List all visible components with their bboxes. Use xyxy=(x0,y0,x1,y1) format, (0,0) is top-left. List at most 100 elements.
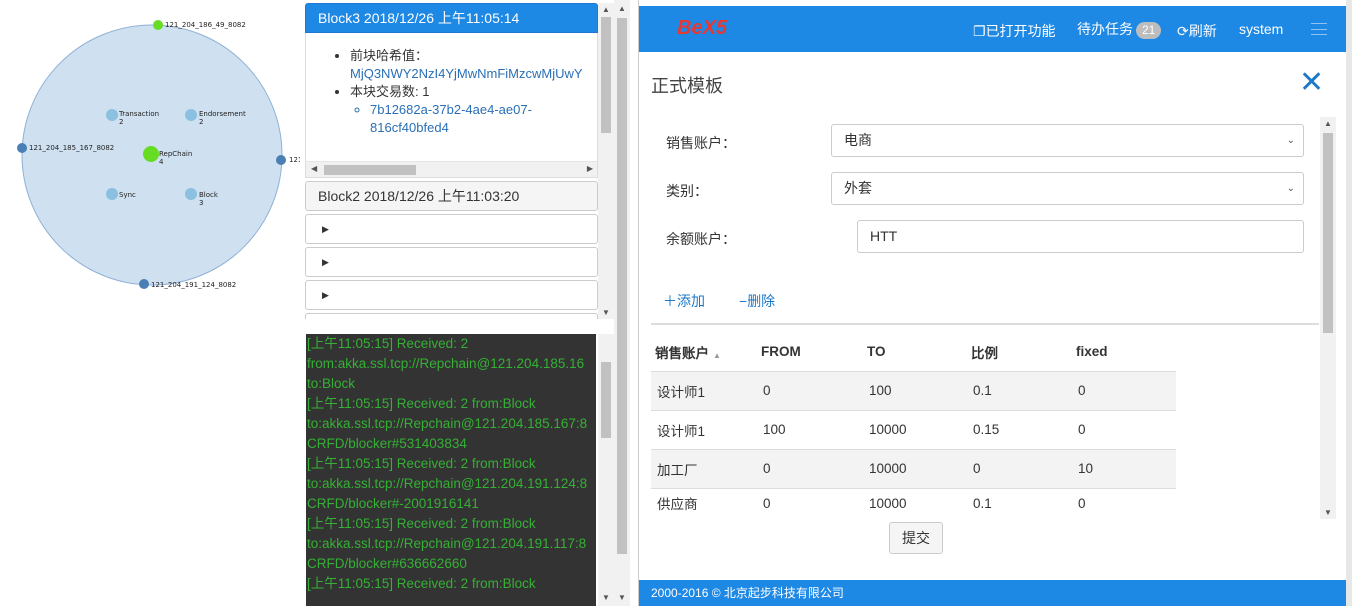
scroll-up-icon[interactable]: ▲ xyxy=(602,5,610,14)
scroll-down-icon[interactable]: ▼ xyxy=(602,593,610,602)
sales-account-label: 销售账户： xyxy=(666,135,736,151)
peer-node-right[interactable] xyxy=(276,155,286,165)
dialog-scrollbar[interactable]: ▲ ▼ xyxy=(1320,117,1336,519)
block-scroll-thumb[interactable] xyxy=(601,17,611,133)
module-node-endorsement[interactable] xyxy=(185,109,197,121)
scroll-down-icon[interactable]: ▼ xyxy=(602,308,610,317)
log-line: CRFD/blocker#636662660 xyxy=(307,556,467,571)
block3-body: 前块哈希值： MjQ3NWY2NzI4YjMwNmFiMzcwMjUwY 本块交… xyxy=(305,33,598,178)
log-line: from:akka.ssl.tcp://Repchain@121.204.185… xyxy=(307,356,585,371)
log-line: to:akka.ssl.tcp://Repchain@121.204.185.1… xyxy=(307,416,588,431)
collapsed-block-4[interactable] xyxy=(305,313,598,319)
tx-count-label: 本块交易数: 1 xyxy=(350,84,430,99)
module-node-transaction[interactable] xyxy=(106,109,118,121)
caret-right-icon: ▶ xyxy=(322,290,329,300)
scroll-down-icon[interactable]: ▼ xyxy=(618,593,626,602)
sales-account-select[interactable]: 电商 ⌄ xyxy=(831,124,1304,157)
table-cell: 0 xyxy=(1072,409,1176,449)
submit-button[interactable]: 提交 xyxy=(889,522,943,554)
event-log: [上午11:05:15] Received: 2 from:akka.ssl.tc… xyxy=(306,334,596,606)
close-icon[interactable]: ✕ xyxy=(1299,68,1324,98)
minus-icon: − xyxy=(739,293,748,309)
page-scroll-thumb[interactable] xyxy=(617,18,627,554)
network-graph[interactable]: 121_204_186_49_8082 121_204_185_167_8082… xyxy=(0,0,300,310)
todo-tasks-button[interactable]: 待办任务 21 xyxy=(1077,19,1162,39)
column-header-fixed[interactable]: fixed xyxy=(1072,333,1176,371)
app-logo: BeX5 xyxy=(677,17,728,39)
table-row[interactable]: 设计师1 100 10000 0.15 0 xyxy=(651,409,1176,449)
log-line: to:akka.ssl.tcp://Repchain@121.204.191.1… xyxy=(307,536,587,551)
log-line: [上午11:05:15] Received: 2 xyxy=(307,336,469,351)
module-label-repchain: RepChain xyxy=(159,150,192,158)
tx-id-link[interactable]: 7b12682a-37b2-4ae4-ae07-816cf40bfed4 xyxy=(370,101,560,137)
table-cell: 0.1 xyxy=(967,487,1072,518)
table-cell: 0 xyxy=(757,487,863,518)
collapsed-block-3[interactable]: ▶ xyxy=(305,280,598,310)
scroll-down-icon[interactable]: ▼ xyxy=(1324,508,1332,517)
horizontal-scroll-thumb[interactable] xyxy=(324,165,416,175)
table-cell: 100 xyxy=(863,370,967,410)
collapsed-block-1[interactable]: ▶ xyxy=(305,214,598,244)
scroll-left-icon[interactable]: ◀ xyxy=(311,164,317,173)
opened-functions-label: 已打开功能 xyxy=(985,23,1056,39)
table-cell: 10000 xyxy=(863,487,967,518)
caret-right-icon: ▶ xyxy=(322,224,329,234)
peer-label-right: 121_2 xyxy=(289,156,300,164)
module-node-block[interactable] xyxy=(185,188,197,200)
table-cell: 0.1 xyxy=(967,370,1072,410)
chevron-down-icon: ⌄ xyxy=(1286,135,1295,146)
module-node-sync[interactable] xyxy=(106,188,118,200)
log-line: to:Block xyxy=(307,376,356,391)
add-button[interactable]: ＋添加 xyxy=(663,291,705,311)
dialog-scroll-thumb[interactable] xyxy=(1323,133,1333,333)
page-scrollbar[interactable]: ▲ ▼ xyxy=(614,0,630,606)
module-label-sync: Sync xyxy=(119,191,136,199)
collapsed-block-2[interactable]: ▶ xyxy=(305,247,598,277)
prev-hash-label: 前块哈希值： xyxy=(350,48,429,63)
chevron-down-icon: ⌄ xyxy=(1286,183,1295,194)
horizontal-scrollbar[interactable]: ◀ ▶ xyxy=(306,161,597,177)
scroll-right-icon[interactable]: ▶ xyxy=(587,164,593,173)
table-row[interactable]: 供应商 0 10000 0.1 0 xyxy=(651,487,1176,518)
hamburger-menu-icon[interactable] xyxy=(1311,23,1327,35)
prev-hash-value[interactable]: MjQ3NWY2NzI4YjMwNmFiMzcwMjUwY xyxy=(350,66,583,81)
block3-details: 前块哈希值： MjQ3NWY2NzI4YjMwNmFiMzcwMjUwY 本块交… xyxy=(306,33,597,137)
column-header-from[interactable]: FROM xyxy=(757,333,863,371)
log-scrollbar[interactable]: ▼ xyxy=(598,334,614,606)
caret-right-icon: ▶ xyxy=(322,257,329,267)
peer-node-bottom[interactable] xyxy=(139,279,149,289)
table-row[interactable]: 设计师1 0 100 0.1 0 xyxy=(651,370,1176,410)
table-cell: 0 xyxy=(1072,487,1176,518)
dialog-title: 正式模板 xyxy=(651,76,723,96)
log-scroll-thumb[interactable] xyxy=(601,362,611,438)
user-menu[interactable]: system xyxy=(1239,21,1283,37)
log-line: [上午11:05:15] Received: 2 from:Block xyxy=(307,396,536,411)
block2-header[interactable]: Block2 2018/12/26 上午11:03:20 xyxy=(305,181,598,211)
column-header-to[interactable]: TO xyxy=(863,333,967,371)
table-cell: 10 xyxy=(1072,448,1176,488)
table-row[interactable]: 加工厂 0 10000 0 10 xyxy=(651,448,1176,488)
peer-node-top[interactable] xyxy=(153,20,163,30)
table-cell: 0.15 xyxy=(967,409,1072,449)
column-header-sales[interactable]: 销售账户 ▲ xyxy=(651,333,757,371)
peer-node-left[interactable] xyxy=(17,143,27,153)
prev-hash-item: 前块哈希值： MjQ3NWY2NzI4YjMwNmFiMzcwMjUwY xyxy=(350,47,597,83)
category-select[interactable]: 外套 ⌄ xyxy=(831,172,1304,205)
delete-button[interactable]: −删除 xyxy=(739,291,775,311)
module-label-endorsement: Endorsement xyxy=(199,110,246,118)
module-node-repchain[interactable] xyxy=(143,146,159,162)
tx-count-item: 本块交易数: 1 7b12682a-37b2-4ae4-ae07-816cf40… xyxy=(350,83,597,137)
column-header-ratio[interactable]: 比例 xyxy=(967,333,1072,371)
scroll-up-icon[interactable]: ▲ xyxy=(618,4,626,13)
opened-functions-button[interactable]: ❐已打开功能 xyxy=(973,21,1056,41)
module-count-block: 3 xyxy=(199,199,203,207)
refresh-button[interactable]: ⟳刷新 xyxy=(1177,21,1217,41)
table-cell: 0 xyxy=(757,370,863,410)
block-panel-scrollbar[interactable]: ▲ ▼ xyxy=(598,3,614,319)
top-navbar: BeX5 ❐已打开功能 待办任务 21 ⟳刷新 system xyxy=(639,6,1347,52)
scroll-up-icon[interactable]: ▲ xyxy=(1324,119,1332,128)
block3-header[interactable]: Block3 2018/12/26 上午11:05:14 xyxy=(305,3,598,33)
sort-icon[interactable]: ▲ xyxy=(713,351,721,360)
balance-account-input[interactable]: HTT xyxy=(857,220,1304,253)
module-count-endorsement: 2 xyxy=(199,118,203,126)
